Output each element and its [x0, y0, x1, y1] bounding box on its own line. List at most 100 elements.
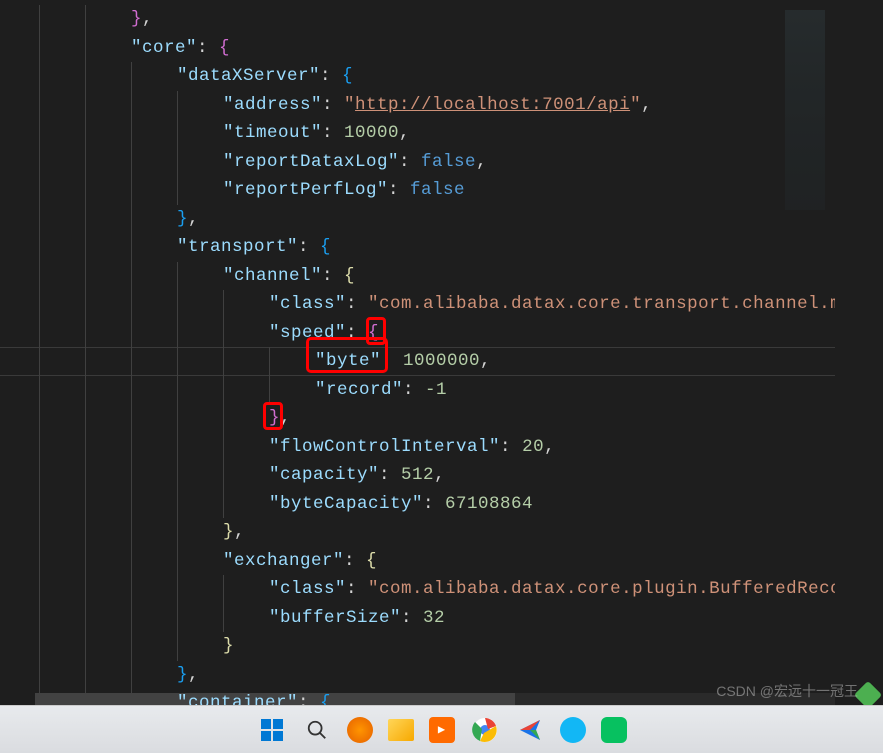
- json-punct: }: [131, 9, 142, 29]
- explorer-icon[interactable]: [388, 719, 414, 741]
- firefox-icon[interactable]: [347, 717, 373, 743]
- json-number: 10000: [344, 123, 399, 143]
- json-punct: :: [423, 494, 445, 514]
- json-punct: }: [223, 636, 234, 656]
- json-key: "exchanger": [223, 551, 344, 571]
- wechat-icon[interactable]: [601, 717, 627, 743]
- json-number: 20: [522, 437, 544, 457]
- json-key: "class": [269, 294, 346, 314]
- json-punct: {: [320, 237, 331, 257]
- json-punct: {: [320, 693, 331, 705]
- send-icon[interactable]: [515, 715, 545, 745]
- json-punct: ,: [188, 209, 199, 229]
- code-line[interactable]: "byte": 1000000,: [0, 347, 835, 376]
- highlight-annotation: [263, 402, 283, 430]
- json-key: "record": [315, 380, 403, 400]
- minimap[interactable]: [785, 10, 825, 210]
- code-line[interactable]: "transport": {: [0, 233, 835, 262]
- code-line[interactable]: "channel": {: [0, 262, 835, 291]
- json-punct: :: [322, 95, 344, 115]
- json-number: -1: [425, 380, 447, 400]
- json-punct: ,: [142, 9, 153, 29]
- json-punct: }: [223, 522, 234, 542]
- json-punct: :: [298, 237, 320, 257]
- code-line[interactable]: "timeout": 10000,: [0, 119, 835, 148]
- code-content[interactable]: },"core": {"dataXServer": {"address": "h…: [0, 5, 835, 705]
- json-key: "reportPerfLog": [223, 180, 388, 200]
- json-string: http://localhost:7001/api: [355, 95, 630, 115]
- code-line[interactable]: "core": {: [0, 34, 835, 63]
- json-key: "core": [131, 38, 197, 58]
- json-punct: :: [298, 693, 320, 705]
- code-editor[interactable]: },"core": {"dataXServer": {"address": "h…: [0, 0, 835, 705]
- json-number: 67108864: [445, 494, 533, 514]
- video-player-icon[interactable]: ▶: [429, 717, 455, 743]
- code-line[interactable]: "dataXServer": {: [0, 62, 835, 91]
- code-line[interactable]: "address": "http://localhost:7001/api",: [0, 91, 835, 120]
- json-punct: :: [379, 465, 401, 485]
- json-punct: :: [322, 266, 344, 286]
- code-line[interactable]: "class": "com.alibaba.datax.core.plugin.…: [0, 575, 835, 604]
- json-punct: :: [344, 551, 366, 571]
- json-number: 32: [423, 608, 445, 628]
- taskbar[interactable]: ▶: [0, 705, 883, 753]
- code-line[interactable]: "class": "com.alibaba.datax.core.transpo…: [0, 290, 835, 319]
- json-punct: }: [177, 209, 188, 229]
- code-line[interactable]: "bufferSize": 32: [0, 604, 835, 633]
- json-punct: :: [320, 66, 342, 86]
- json-key: "transport": [177, 237, 298, 257]
- json-string: ": [630, 95, 641, 115]
- json-boolean: false: [410, 180, 465, 200]
- search-icon[interactable]: [302, 715, 332, 745]
- windows-start-icon[interactable]: [257, 715, 287, 745]
- code-line[interactable]: "reportPerfLog": false: [0, 176, 835, 205]
- json-punct: ,: [641, 95, 652, 115]
- json-punct: :: [346, 579, 368, 599]
- json-punct: :: [403, 380, 425, 400]
- json-punct: {: [366, 551, 377, 571]
- code-line[interactable]: },: [0, 205, 835, 234]
- json-key: "bufferSize": [269, 608, 401, 628]
- code-line[interactable]: },: [0, 518, 835, 547]
- json-punct: {: [342, 66, 353, 86]
- json-punct: :: [500, 437, 522, 457]
- json-string: ": [344, 95, 355, 115]
- json-key: "class": [269, 579, 346, 599]
- json-key: "flowControlInterval": [269, 437, 500, 457]
- json-punct: {: [219, 38, 230, 58]
- json-punct: ,: [234, 522, 245, 542]
- code-line[interactable]: },: [0, 661, 835, 690]
- code-line[interactable]: }: [0, 632, 835, 661]
- json-string: "com.alibaba.datax.core.transport.channe…: [368, 294, 835, 314]
- json-punct: ,: [399, 123, 410, 143]
- json-punct: {: [344, 266, 355, 286]
- json-punct: :: [322, 123, 344, 143]
- code-line[interactable]: },: [0, 404, 835, 433]
- code-line[interactable]: "byteCapacity": 67108864: [0, 490, 835, 519]
- code-line[interactable]: "reportDataxLog": false,: [0, 148, 835, 177]
- json-string: "com.alibaba.datax.core.plugin.BufferedR…: [368, 579, 835, 599]
- chrome-icon[interactable]: [470, 715, 500, 745]
- json-key: "channel": [223, 266, 322, 286]
- json-key: "dataXServer": [177, 66, 320, 86]
- code-line[interactable]: "speed": {: [0, 319, 835, 348]
- code-line[interactable]: },: [0, 5, 835, 34]
- json-key: "container": [177, 693, 298, 705]
- json-number: 512: [401, 465, 434, 485]
- code-line[interactable]: "capacity": 512,: [0, 461, 835, 490]
- json-punct: ,: [434, 465, 445, 485]
- json-punct: :: [401, 608, 423, 628]
- watermark-text: CSDN @宏远十一冠王: [716, 681, 858, 701]
- json-punct: :: [346, 294, 368, 314]
- qq-icon[interactable]: [560, 717, 586, 743]
- code-line[interactable]: "flowControlInterval": 20,: [0, 433, 835, 462]
- code-line[interactable]: "exchanger": {: [0, 547, 835, 576]
- json-key: "byteCapacity": [269, 494, 423, 514]
- json-punct: ,: [188, 665, 199, 685]
- json-punct: :: [197, 38, 219, 58]
- json-number: 1000000: [403, 351, 480, 371]
- json-punct: ,: [480, 351, 491, 371]
- highlight-annotation: [306, 337, 388, 373]
- code-line[interactable]: "record": -1: [0, 376, 835, 405]
- json-punct: }: [177, 665, 188, 685]
